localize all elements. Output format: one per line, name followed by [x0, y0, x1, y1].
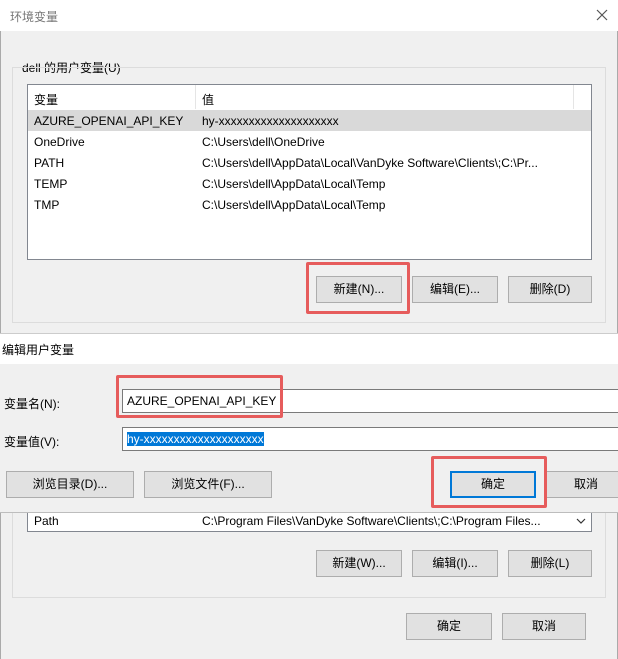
column-divider [573, 85, 574, 109]
dialog-title-bar: 编辑用户变量 [0, 334, 618, 364]
chevron-down-icon[interactable] [575, 515, 587, 527]
delete-system-variable-button[interactable]: 删除(L) [508, 550, 592, 577]
highlight-dialog-ok-button [431, 456, 547, 508]
edit-system-variable-button[interactable]: 编辑(I)... [412, 550, 498, 577]
window-title: 环境变量 [10, 10, 59, 24]
column-divider[interactable] [195, 85, 196, 109]
variable-value: C:\Users\dell\AppData\Local\Temp [202, 177, 386, 191]
cancel-button[interactable]: 取消 [502, 613, 586, 640]
browse-directory-button[interactable]: 浏览目录(D)... [6, 471, 134, 498]
variable-name: OneDrive [34, 135, 85, 149]
list-row-temp[interactable]: TEMP C:\Users\dell\AppData\Local\Temp [28, 173, 591, 194]
new-system-variable-button[interactable]: 新建(W)... [316, 550, 402, 577]
dialog-title: 编辑用户变量 [2, 343, 75, 357]
variable-value: C:\Users\dell\AppData\Local\VanDyke Soft… [202, 156, 538, 170]
delete-user-variable-button[interactable]: 删除(D) [508, 276, 592, 303]
browse-file-button[interactable]: 浏览文件(F)... [144, 471, 272, 498]
variable-value: C:\Users\dell\AppData\Local\Temp [202, 198, 386, 212]
variable-name: TMP [34, 198, 60, 212]
column-header-variable[interactable]: 变量 [34, 91, 58, 108]
variable-name: PATH [34, 156, 65, 170]
variable-name-label: 变量名(N): [4, 397, 60, 411]
highlight-new-button [306, 262, 410, 314]
column-header-value[interactable]: 值 [202, 91, 214, 108]
title-bar: 环境变量 [0, 0, 618, 31]
variable-name: AZURE_OPENAI_API_KEY [34, 114, 184, 128]
list-row-azure-openai-api-key[interactable]: AZURE_OPENAI_API_KEY hy-xxxxxxxxxxxxxxxx… [28, 110, 591, 131]
close-icon[interactable] [592, 5, 612, 25]
variable-value-label: 变量值(V): [4, 435, 60, 449]
variable-name: Path [34, 514, 59, 528]
list-header: 变量 值 [28, 85, 591, 109]
list-row-tmp[interactable]: TMP C:\Users\dell\AppData\Local\Temp [28, 194, 591, 215]
user-variables-list[interactable]: 变量 值 AZURE_OPENAI_API_KEY hy-xxxxxxxxxxx… [27, 84, 592, 260]
highlight-variable-name [116, 375, 283, 418]
list-row-onedrive[interactable]: OneDrive C:\Users\dell\OneDrive [28, 131, 591, 152]
variable-value-input[interactable]: hy-xxxxxxxxxxxxxxxxxxxx [122, 427, 618, 451]
list-row-path[interactable]: PATH C:\Users\dell\AppData\Local\VanDyke… [28, 152, 591, 173]
variable-name: TEMP [34, 177, 68, 191]
variable-value: C:\Program Files\VanDyke Software\Client… [202, 514, 541, 528]
variable-value: C:\Users\dell\OneDrive [202, 135, 325, 149]
edit-user-variable-button[interactable]: 编辑(E)... [412, 276, 498, 303]
variable-value: hy-xxxxxxxxxxxxxxxxxxxx [202, 114, 339, 128]
dialog-cancel-button[interactable]: 取消 [546, 471, 618, 498]
variable-value-input-text: hy-xxxxxxxxxxxxxxxxxxxx [127, 432, 264, 446]
ok-button[interactable]: 确定 [406, 613, 492, 640]
